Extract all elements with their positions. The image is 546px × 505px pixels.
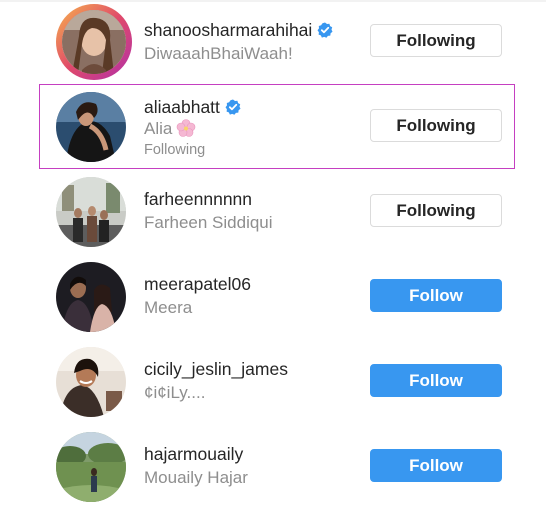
user-row-shanoosharmarahihai[interactable]: shanoosharmarahihai DiwaaahBhaiWaah! Fol… [0, 0, 546, 85]
full-name: DiwaaahBhaiWaah! [144, 44, 293, 63]
cherry-blossom-icon [177, 119, 196, 137]
woman-selfie-avatar [62, 10, 126, 74]
avatar-image [56, 92, 126, 162]
couple-photo-avatar[interactable] [56, 262, 126, 332]
verified-badge-icon [225, 99, 241, 115]
username[interactable]: meerapatel06 [144, 274, 251, 295]
group-photo-avatar[interactable] [56, 177, 126, 247]
avatar-image [56, 262, 126, 332]
username[interactable]: hajarmouaily [144, 444, 243, 465]
full-name-text: Alia [144, 119, 173, 138]
avatar-image [56, 432, 126, 502]
follow-button[interactable]: Follow [370, 364, 502, 397]
avatar-image [56, 177, 126, 247]
full-name: Mouaily Hajar [144, 468, 248, 487]
full-name: ¢i¢iLy.... [144, 383, 206, 402]
full-name: Meera [144, 298, 193, 317]
follow-button[interactable]: Follow [370, 279, 502, 312]
following-button[interactable]: Following [370, 194, 502, 227]
avatar-image [62, 10, 126, 74]
full-name: Farheen Siddiqui [144, 213, 273, 232]
verified-badge-icon [317, 22, 333, 38]
following-status: Following [144, 142, 206, 158]
username-text[interactable]: aliaabhatt [144, 97, 220, 117]
username-text[interactable]: shanoosharmarahihai [144, 20, 312, 40]
follow-button[interactable]: Follow [370, 449, 502, 482]
username[interactable]: farheennnnnn [144, 189, 252, 210]
username[interactable]: shanoosharmarahihai [144, 20, 333, 41]
following-button[interactable]: Following [370, 109, 502, 142]
username[interactable]: aliaabhatt [144, 97, 241, 118]
avatar-image [56, 347, 126, 417]
following-button[interactable]: Following [370, 24, 502, 57]
avatar-story-ring[interactable] [56, 4, 132, 80]
woman-dark-dress-avatar[interactable] [56, 92, 126, 162]
full-name: Alia [144, 119, 196, 139]
garden-photo-avatar[interactable] [56, 432, 126, 502]
smiling-woman-avatar[interactable] [56, 347, 126, 417]
username[interactable]: cicily_jeslin_james [144, 359, 288, 380]
